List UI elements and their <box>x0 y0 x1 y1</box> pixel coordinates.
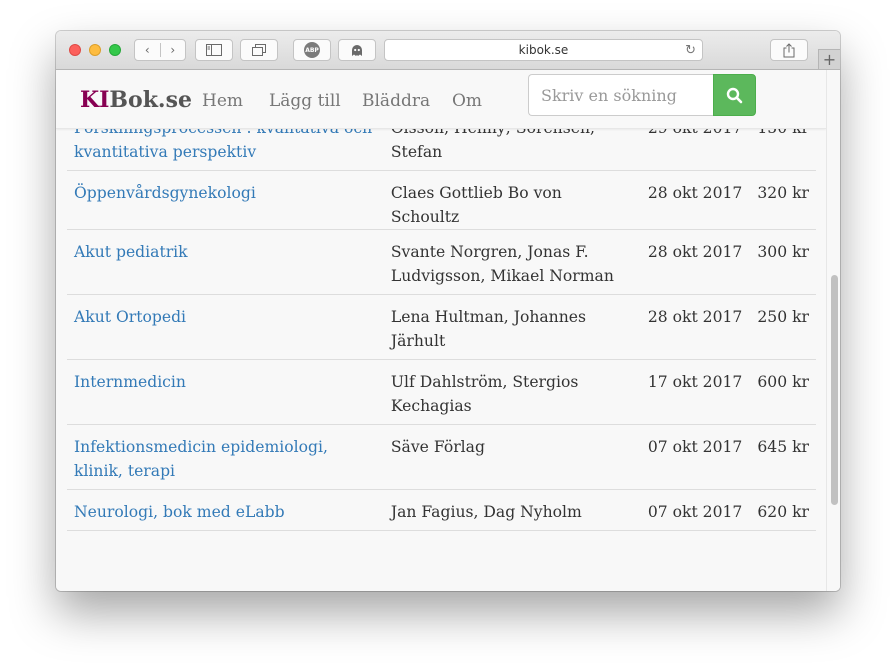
book-title-cell: Öppenvårdsgynekologi <box>67 170 384 230</box>
book-author: Svante Norgren, Jonas F. Ludvigsson, Mik… <box>383 229 641 295</box>
history-nav-group: ‹ › <box>134 39 186 61</box>
book-title-link[interactable]: Öppenvårdsgynekologi <box>74 184 256 202</box>
book-price: 620 kr <box>749 489 816 531</box>
tabs-icon <box>252 44 266 56</box>
book-row: Akut Ortopedi Lena Hultman, Johannes Järh… <box>67 294 816 360</box>
book-title-cell: Akut Ortopedi <box>67 294 384 360</box>
book-price: 250 kr <box>749 294 816 360</box>
book-title-link[interactable]: Neurologi, bok med eLabb <box>74 503 285 521</box>
book-date: 28 okt 2017 <box>640 229 750 295</box>
share-icon <box>783 42 795 57</box>
sidebar-icon <box>206 44 222 56</box>
ghost-icon <box>352 44 362 56</box>
book-price: 320 kr <box>749 170 816 230</box>
book-title-cell: Neurologi, bok med eLabb <box>67 489 384 531</box>
book-row: Neurologi, bok med eLabb Jan Fagius, Dag … <box>67 489 816 531</box>
site-navbar: KIBok.se Hem Lägg till Bläddra Om <box>56 70 826 129</box>
book-price <box>749 530 816 591</box>
nav-hem[interactable]: Hem <box>202 91 243 111</box>
tab-overview-button[interactable] <box>240 39 278 61</box>
book-table: sjukdomsprevention och sjukdomsbehandlin… <box>67 70 816 591</box>
book-title-link[interactable]: Akut Ortopedi <box>74 308 186 326</box>
minimize-window-button[interactable] <box>89 44 101 56</box>
address-bar[interactable]: kibok.se ↻ <box>384 39 703 61</box>
book-date <box>640 530 750 591</box>
logo-bok: Bok.se <box>109 87 192 113</box>
book-date: 17 okt 2017 <box>640 359 750 425</box>
book-row: Infektionsmedicin epidemiologi, klinik, … <box>67 424 816 490</box>
book-row: Öppenvårdsgynekologi Claes Gottlieb Bo vo… <box>67 170 816 230</box>
book-author <box>383 530 641 591</box>
book-title-link[interactable]: Infektionsmedicin epidemiologi, klinik, … <box>74 438 328 480</box>
book-date: 28 okt 2017 <box>640 294 750 360</box>
book-list: sjukdomsprevention och sjukdomsbehandlin… <box>67 70 816 591</box>
scrollbar-thumb[interactable] <box>831 275 838 505</box>
book-author: Jan Fagius, Dag Nyholm <box>383 489 641 531</box>
book-title-link[interactable]: Akut pediatrik <box>74 243 188 261</box>
share-button[interactable] <box>770 39 808 61</box>
adblock-icon: ABP <box>304 42 320 58</box>
book-title-cell <box>67 530 384 591</box>
book-row <box>67 530 816 591</box>
search-icon <box>726 87 743 103</box>
new-tab-button[interactable]: + <box>818 49 840 69</box>
close-window-button[interactable] <box>69 44 81 56</box>
book-title-cell: Internmedicin <box>67 359 384 425</box>
site-logo[interactable]: KIBok.se <box>80 87 192 113</box>
nav-lagg-till[interactable]: Lägg till <box>269 91 341 111</box>
forward-icon[interactable]: › <box>161 43 186 57</box>
book-title-link[interactable]: Internmedicin <box>74 373 186 391</box>
nav-om[interactable]: Om <box>452 91 482 111</box>
book-author: Lena Hultman, Johannes Järhult <box>383 294 641 360</box>
book-price: 600 kr <box>749 359 816 425</box>
ghostery-button[interactable] <box>338 39 376 61</box>
search-input[interactable] <box>528 74 714 116</box>
book-date: 28 okt 2017 <box>640 170 750 230</box>
book-title-cell: Akut pediatrik <box>67 229 384 295</box>
url-text: kibok.se <box>518 43 569 57</box>
book-title-cell: Infektionsmedicin epidemiologi, klinik, … <box>67 424 384 490</box>
nav-bladdra[interactable]: Bläddra <box>362 91 430 111</box>
page-content: sjukdomsprevention och sjukdomsbehandlin… <box>56 70 840 591</box>
book-date: 07 okt 2017 <box>640 489 750 531</box>
reload-icon[interactable]: ↻ <box>685 43 696 58</box>
browser-window: ‹ › ABP kibok.se ↻ + kvantitativa perspe… <box>56 31 840 591</box>
book-author: Ulf Dahlström, Stergios Kechagias <box>383 359 641 425</box>
book-author: Claes Gottlieb Bo von Schoultz <box>383 170 641 230</box>
logo-ki: KI <box>80 87 110 113</box>
adblock-plus-button[interactable]: ABP <box>293 39 331 61</box>
browser-toolbar: ‹ › ABP kibok.se ↻ + <box>56 31 840 70</box>
back-icon[interactable]: ‹ <box>135 43 161 57</box>
zoom-window-button[interactable] <box>109 44 121 56</box>
vertical-scrollbar[interactable] <box>826 70 840 591</box>
book-price: 645 kr <box>749 424 816 490</box>
book-author: Säve Förlag <box>383 424 641 490</box>
sidebar-toggle-button[interactable] <box>195 39 233 61</box>
book-price: 300 kr <box>749 229 816 295</box>
book-date: 07 okt 2017 <box>640 424 750 490</box>
book-row: Internmedicin Ulf Dahlström, Stergios Kec… <box>67 359 816 425</box>
search-button[interactable] <box>713 74 756 116</box>
book-row: Akut pediatrik Svante Norgren, Jonas F. L… <box>67 229 816 295</box>
